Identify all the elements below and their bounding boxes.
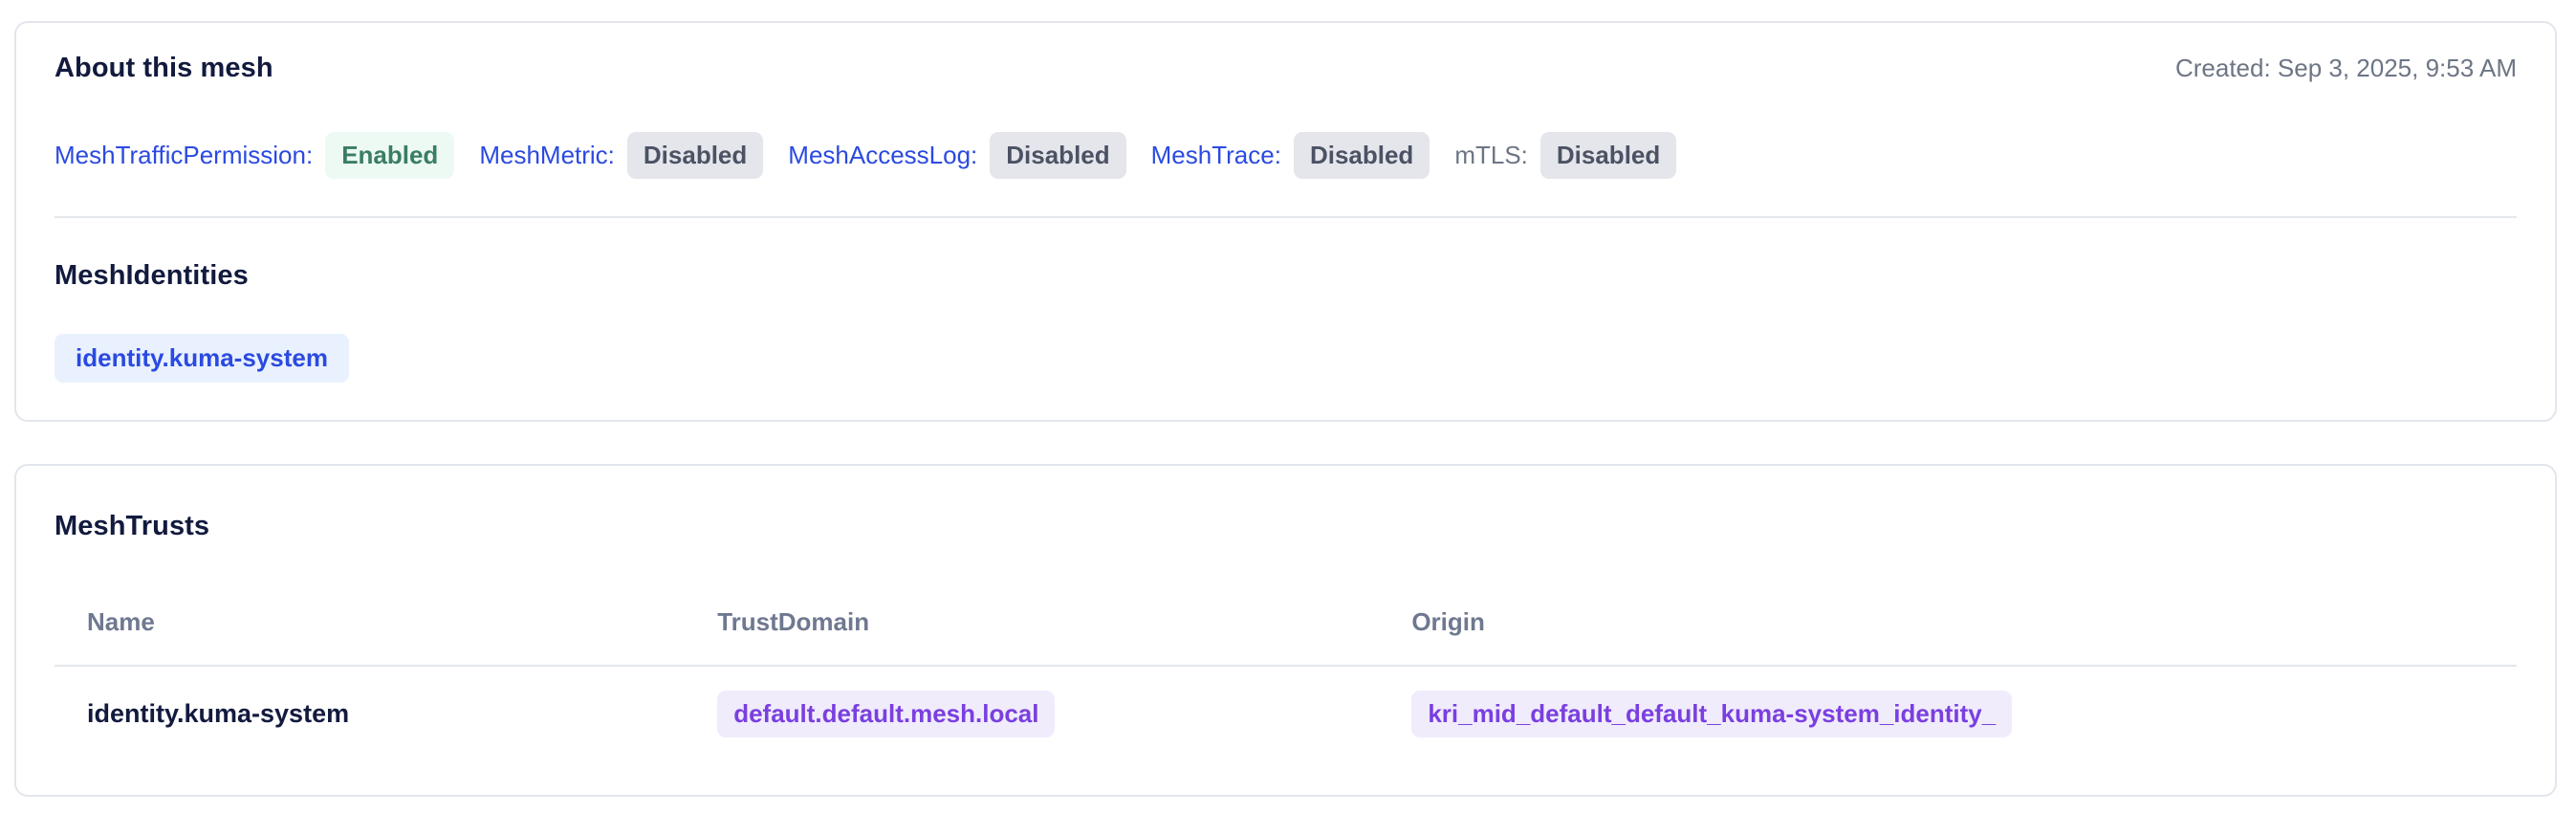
meshtrusts-table: Name TrustDomain Origin identity.kuma-sy…	[55, 542, 2517, 776]
meshaccesslog-link[interactable]: MeshAccessLog:	[788, 141, 977, 170]
about-mesh-card: About this mesh Created: Sep 3, 2025, 9:…	[14, 21, 2557, 422]
table-row: identity.kuma-system default.default.mes…	[55, 666, 2517, 776]
policy-item-meshmetric: MeshMetric: Disabled	[479, 131, 764, 179]
policy-item-meshtrafficpermission: MeshTrafficPermission: Enabled	[55, 131, 455, 179]
policy-item-meshaccesslog: MeshAccessLog: Disabled	[788, 131, 1126, 179]
trust-origin-badge: kri_mid_default_default_kuma-system_iden…	[1411, 691, 2013, 737]
mtls-status-badge: Disabled	[1539, 131, 1677, 179]
policy-status-row: MeshTrafficPermission: Enabled MeshMetri…	[55, 131, 2517, 179]
meshtrace-link[interactable]: MeshTrace:	[1151, 141, 1281, 170]
trust-domain-badge: default.default.mesh.local	[717, 691, 1056, 737]
section-divider	[55, 216, 2517, 218]
meshidentity-badge[interactable]: identity.kuma-system	[55, 334, 349, 383]
meshtrusts-title: MeshTrusts	[55, 511, 210, 541]
table-header-row: Name TrustDomain Origin	[55, 542, 2517, 667]
trust-name: identity.kuma-system	[87, 699, 350, 728]
column-header-name: Name	[55, 542, 686, 667]
column-header-trustdomain: TrustDomain	[685, 542, 1380, 667]
policy-item-mtls: mTLS: Disabled	[1454, 131, 1677, 179]
column-header-origin: Origin	[1379, 542, 2517, 667]
about-card-header: About this mesh Created: Sep 3, 2025, 9:…	[55, 52, 2517, 84]
about-card-title: About this mesh	[55, 53, 273, 83]
meshaccesslog-status-badge: Disabled	[990, 131, 1126, 179]
policy-item-meshtrace: MeshTrace: Disabled	[1151, 131, 1430, 179]
meshmetric-status-badge: Disabled	[626, 131, 764, 179]
mtls-label: mTLS:	[1454, 140, 1528, 169]
created-timestamp: Created: Sep 3, 2025, 9:53 AM	[2174, 54, 2517, 82]
meshidentities-title: MeshIdentities	[55, 260, 249, 291]
meshtrafficpermission-link[interactable]: MeshTrafficPermission:	[55, 141, 313, 170]
meshmetric-link[interactable]: MeshMetric:	[479, 141, 615, 170]
meshtrusts-card: MeshTrusts Name TrustDomain Origin ident…	[14, 464, 2557, 797]
meshtrace-status-badge: Disabled	[1293, 131, 1430, 179]
meshtrafficpermission-status-badge: Enabled	[325, 131, 455, 179]
